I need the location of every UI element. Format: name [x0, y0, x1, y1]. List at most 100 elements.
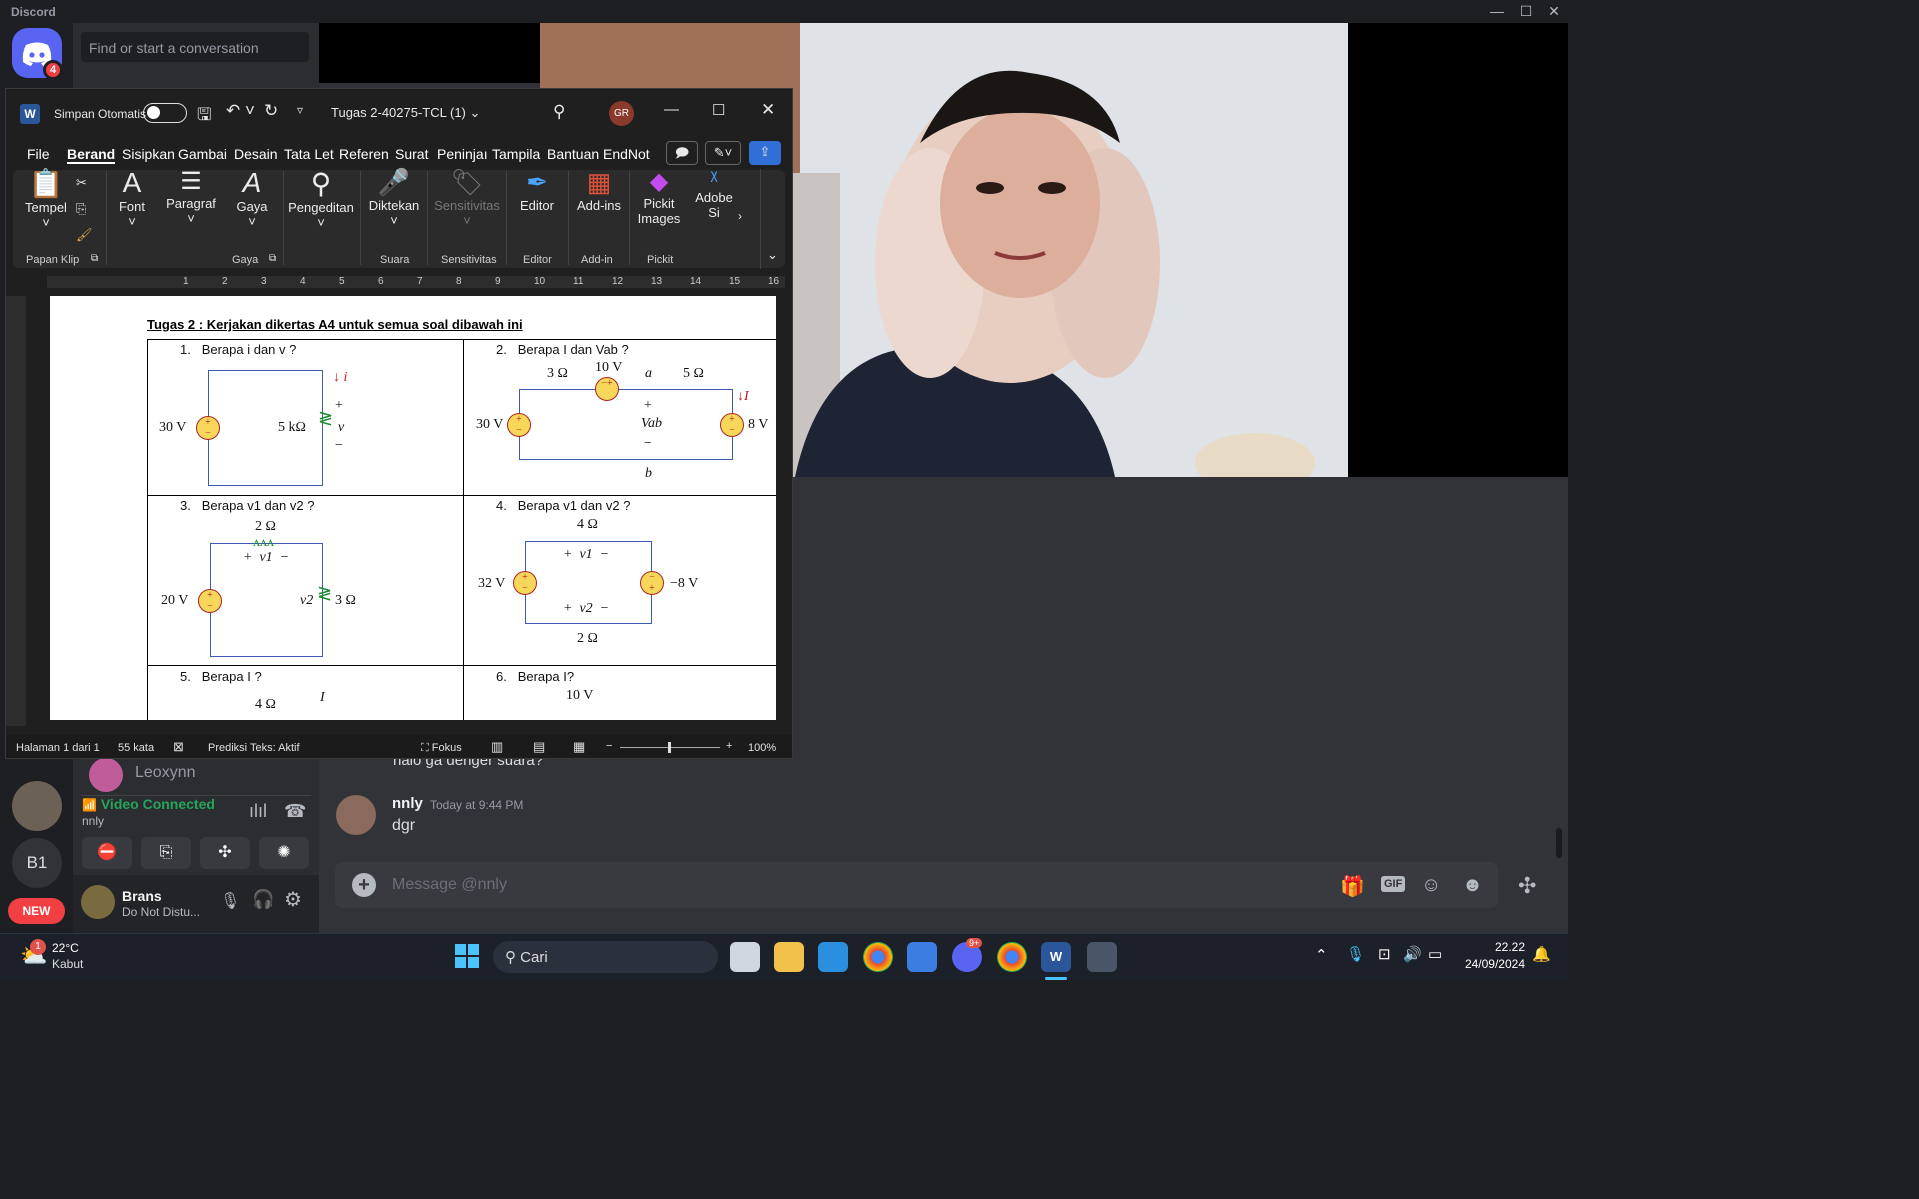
notification-bell-icon[interactable]: 🔔	[1532, 945, 1551, 963]
close-icon[interactable]: ✕	[1540, 0, 1568, 23]
user-avatar-guild[interactable]	[12, 781, 62, 831]
chrome-profile-icon[interactable]	[997, 942, 1027, 972]
chat-scrollbar[interactable]	[1556, 828, 1562, 858]
new-unreads-pill[interactable]: NEW	[8, 898, 65, 924]
chrome-icon[interactable]	[863, 942, 893, 972]
volume-icon[interactable]: 🔊	[1403, 945, 1422, 963]
activities-button[interactable]: ✣	[200, 837, 250, 869]
read-mode-icon[interactable]: ▥	[491, 739, 503, 755]
tab-file[interactable]: File	[27, 146, 50, 162]
tab-beranda[interactable]: Berand	[67, 146, 116, 164]
headphones-icon[interactable]: 🎧	[252, 889, 274, 910]
start-button[interactable]	[455, 944, 479, 968]
discord-home-button[interactable]: 4	[12, 28, 63, 80]
video-off-button[interactable]: ⛔	[82, 837, 132, 869]
tab-tampilan[interactable]: Tampila	[492, 146, 540, 162]
search-input[interactable]: Find or start a conversation	[81, 32, 309, 62]
calculator-icon[interactable]	[1087, 942, 1117, 972]
styles-launcher-icon[interactable]: ⧉	[269, 253, 276, 264]
sticker-icon[interactable]: ☺	[1421, 874, 1441, 897]
autosave-toggle[interactable]	[143, 103, 187, 123]
zoom-in-icon[interactable]: +	[726, 740, 732, 752]
comments-icon[interactable]: 🗩	[666, 141, 698, 165]
emoji-icon[interactable]: ☻	[1462, 874, 1483, 897]
vscode-icon[interactable]	[818, 942, 848, 972]
undo-icon[interactable]: ↶ ˅	[226, 101, 255, 121]
focus-mode[interactable]: ⛶ Fokus	[421, 742, 462, 755]
page-count[interactable]: Halaman 1 dari 1	[16, 742, 100, 754]
tab-sisipkan[interactable]: Sisipkan	[122, 146, 175, 162]
zoom-level[interactable]: 100%	[748, 742, 776, 754]
tab-surat[interactable]: Surat	[395, 146, 428, 162]
format-painter-icon[interactable]: 🖌	[76, 227, 93, 243]
web-layout-icon[interactable]: ▦	[573, 739, 585, 755]
ribbon-collapse-icon[interactable]: ⌄	[760, 169, 784, 269]
soundboard-button[interactable]: ✺	[259, 837, 309, 869]
vertical-ruler[interactable]	[6, 296, 26, 726]
tab-desain[interactable]: Desain	[234, 146, 278, 162]
noise-suppression-icon[interactable]: ılıl	[249, 801, 267, 822]
account-avatar[interactable]: GR	[609, 101, 634, 126]
tab-endnote[interactable]: EndNot	[603, 146, 650, 162]
adobe-button[interactable]: ᵡ Adobe Si	[694, 167, 734, 267]
tab-peninjauan[interactable]: Peninjaı	[437, 146, 488, 162]
word-close-icon[interactable]: ✕	[761, 100, 775, 120]
save-icon[interactable]: 🖫	[197, 102, 211, 131]
word-window[interactable]: W Simpan Otomatis 🖫 ↶ ˅ ↻ ▿ Tugas 2-4027…	[5, 88, 793, 759]
clock-time[interactable]: 22.22	[1470, 940, 1525, 954]
text-prediction[interactable]: Prediksi Teks: Aktif	[208, 742, 300, 754]
author-avatar[interactable]	[336, 795, 376, 835]
dictate-button[interactable]: 🎤 Diktekan ˅	[365, 167, 423, 267]
addins-button[interactable]: ▦ Add-ins	[574, 167, 624, 267]
apps-icon[interactable]: ✣	[1518, 873, 1536, 899]
user-avatar[interactable]	[81, 885, 115, 919]
pickit-button[interactable]: ◆ Pickit Images	[634, 167, 684, 267]
clock-date[interactable]: 24/09/2024	[1455, 957, 1525, 971]
message-author[interactable]: nnly	[392, 795, 423, 812]
editing-mode-icon[interactable]: ✎˅	[705, 141, 741, 165]
ribbon-scroll-right-icon[interactable]: ›	[738, 209, 742, 223]
document-page[interactable]: Tugas 2 : Kerjakan dikertas A4 untuk sem…	[50, 296, 776, 720]
network-icon[interactable]: ⊡	[1378, 945, 1391, 963]
clipboard-launcher-icon[interactable]: ⧉	[91, 253, 98, 264]
gif-button[interactable]: GIF	[1381, 876, 1406, 892]
styles-button[interactable]: A Gaya ˅	[232, 167, 272, 267]
file-explorer-icon[interactable]	[774, 942, 804, 972]
task-view-icon[interactable]	[730, 942, 760, 972]
store-icon[interactable]	[907, 942, 937, 972]
server-b1[interactable]: B1	[12, 838, 62, 888]
redo-icon[interactable]: ↻	[264, 101, 278, 121]
print-layout-icon[interactable]: ▤	[533, 739, 545, 755]
gift-icon[interactable]: 🎁	[1340, 874, 1365, 899]
tab-gambar[interactable]: Gambai	[178, 146, 227, 162]
font-button[interactable]: A Font ˅	[110, 167, 154, 267]
search-icon[interactable]: ⚲	[553, 102, 565, 122]
minimize-icon[interactable]: —	[1483, 0, 1511, 23]
attach-plus-icon[interactable]: +	[352, 873, 376, 897]
paragraph-button[interactable]: ☰ Paragraf ˅	[164, 167, 218, 267]
proofing-icon[interactable]: ⊠	[173, 739, 184, 755]
microphone-icon[interactable]: 🎙	[220, 891, 240, 911]
share-icon[interactable]: ⇪	[749, 141, 781, 165]
tab-tata-letak[interactable]: Tata Let	[284, 146, 334, 162]
word-maximize-icon[interactable]: ☐	[712, 101, 725, 119]
tab-bantuan[interactable]: Bantuan	[547, 146, 599, 162]
zoom-out-icon[interactable]: −	[606, 740, 612, 752]
paste-button[interactable]: 📋 Tempel ˅	[20, 167, 72, 267]
settings-gear-icon[interactable]: ⚙	[284, 887, 302, 912]
customize-qat-icon[interactable]: ▿	[297, 103, 303, 117]
editing-button[interactable]: ⚲ Pengeditan ˅	[288, 167, 354, 267]
taskbar-search[interactable]: ⚲ Cari	[493, 941, 718, 973]
tray-overflow-icon[interactable]: ⌃	[1315, 946, 1328, 964]
message-input[interactable]: Message @nnly	[392, 876, 507, 894]
weather-desc[interactable]: Kabut	[52, 957, 83, 971]
document-title[interactable]: Tugas 2-40275-TCL (1) ⌄	[331, 105, 480, 121]
message-composer[interactable]: + Message @nnly 🎁 GIF ☺ ☻ ✣	[335, 862, 1536, 908]
zoom-slider-thumb[interactable]	[668, 742, 671, 753]
dm-item-leoxynn[interactable]: Leoxynn	[135, 764, 196, 782]
mic-tray-icon[interactable]: 🎙	[1346, 945, 1365, 963]
word-count[interactable]: 55 kata	[118, 742, 154, 754]
battery-icon[interactable]: ▭	[1428, 945, 1442, 963]
weather-temp[interactable]: 22°C	[52, 941, 79, 955]
screen-share-button[interactable]: ⎘	[141, 837, 191, 869]
